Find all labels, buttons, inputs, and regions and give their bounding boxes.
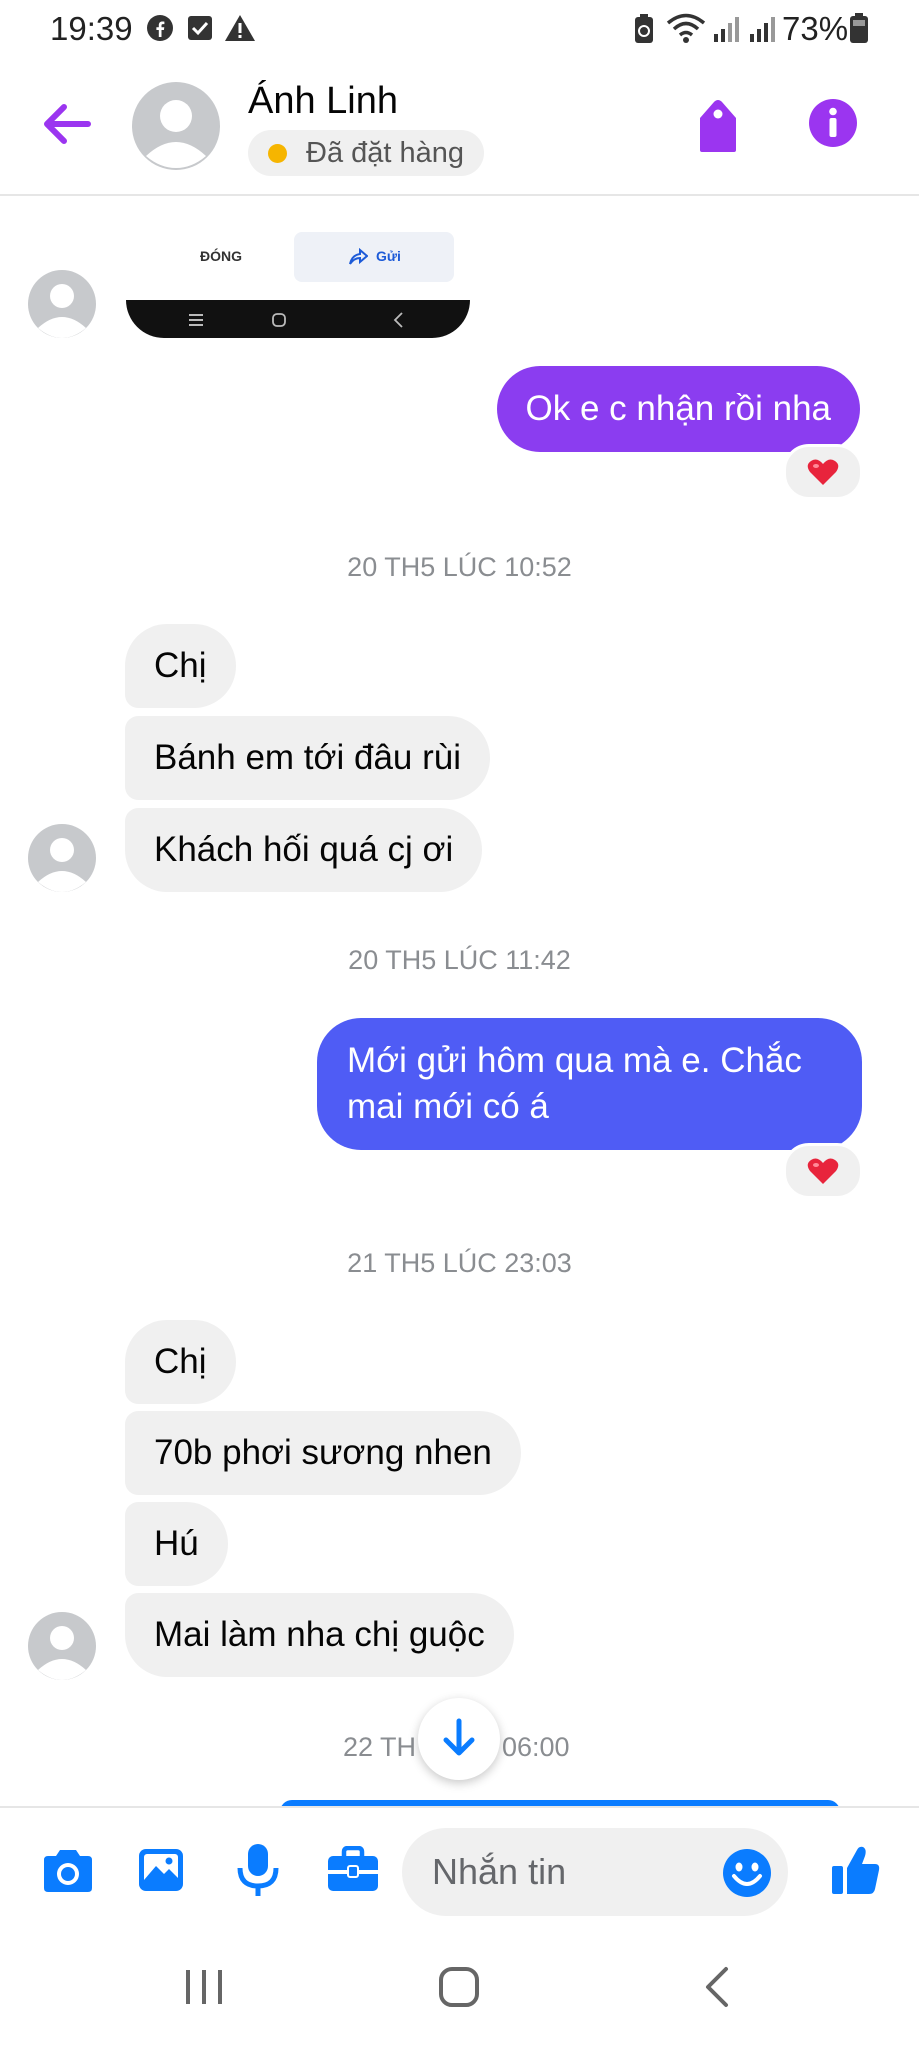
- status-time: 19:39: [50, 10, 133, 47]
- timestamp: 20 TH5 LÚC 11:42: [348, 945, 571, 975]
- scroll-to-bottom-button[interactable]: [418, 1698, 500, 1780]
- status-dot: [268, 144, 287, 163]
- info-icon[interactable]: [808, 98, 858, 148]
- incoming-message[interactable]: Chị: [125, 1320, 236, 1404]
- contact-name[interactable]: Ánh Linh: [248, 80, 398, 123]
- battery-percent: 73%: [782, 10, 849, 47]
- order-status-pill[interactable]: Đã đặt hàng: [248, 130, 485, 176]
- recent-apps-icon[interactable]: [184, 1968, 224, 2006]
- reaction-badge[interactable]: [783, 1143, 863, 1199]
- checkbox-icon: [188, 16, 212, 40]
- preview-back-icon: [393, 312, 403, 328]
- back-nav-icon[interactable]: [702, 1966, 730, 2008]
- status-bar: 19:39 73%: [0, 0, 919, 58]
- preview-button-row: ĐÓNG Gửi: [126, 228, 470, 300]
- incoming-message[interactable]: 70b phơi sương nhen: [125, 1411, 521, 1495]
- preview-nav-bar: [126, 300, 470, 338]
- timestamp-partial-left: 22 TH: [343, 1732, 417, 1762]
- chat-header: Ánh Linh Đã đặt hàng: [0, 60, 919, 196]
- emoji-icon[interactable]: [722, 1848, 772, 1898]
- battery-icon: [850, 13, 868, 43]
- microphone-icon[interactable]: [234, 1842, 282, 1898]
- preview-nav-icons: [189, 313, 286, 327]
- image-icon[interactable]: [136, 1846, 186, 1894]
- thumbs-up-icon[interactable]: [830, 1844, 882, 1896]
- scroll-down-icon: [443, 1718, 475, 1756]
- contact-avatar[interactable]: [132, 82, 220, 170]
- preview-close-label: ĐÓNG: [200, 248, 242, 264]
- home-icon[interactable]: [438, 1966, 480, 2008]
- incoming-message[interactable]: Chị: [125, 624, 236, 708]
- tag-icon[interactable]: [696, 98, 740, 154]
- sender-avatar[interactable]: [28, 824, 96, 892]
- preview-send-button: Gửi: [294, 232, 454, 282]
- recycle-icon: [635, 14, 653, 43]
- sender-avatar[interactable]: [28, 1612, 96, 1680]
- heart-icon: [807, 1158, 839, 1184]
- outgoing-message[interactable]: Mới gửi hôm qua mà e. Chắc mai mới có á: [317, 1018, 862, 1150]
- briefcase-icon[interactable]: [326, 1846, 380, 1894]
- sender-avatar[interactable]: [28, 270, 96, 338]
- system-nav-bar: [0, 1930, 919, 2048]
- outgoing-message[interactable]: Ok e c nhận rồi nha: [496, 366, 860, 452]
- timestamp: 21 TH5 LÚC 23:03: [347, 1248, 572, 1278]
- facebook-icon: [147, 15, 173, 41]
- reaction-badge[interactable]: [783, 444, 863, 500]
- order-status-label: Đã đặt hàng: [306, 137, 465, 169]
- incoming-message[interactable]: Khách hối quá cj ơi: [125, 808, 483, 892]
- incoming-message[interactable]: Bánh em tới đâu rùi: [125, 716, 491, 800]
- timestamp-partial-right: 06:00: [502, 1732, 570, 1762]
- wifi-icon: [666, 13, 706, 43]
- back-arrow-icon[interactable]: [42, 102, 92, 146]
- message-composer: [0, 1806, 919, 1930]
- signal-icon: [750, 17, 775, 42]
- incoming-message[interactable]: Mai làm nha chị guộc: [125, 1593, 514, 1677]
- shared-preview[interactable]: ĐÓNG Gửi: [126, 228, 470, 338]
- preview-send-label: Gửi: [376, 248, 401, 264]
- incoming-message[interactable]: Hú: [125, 1502, 228, 1586]
- camera-icon[interactable]: [40, 1848, 96, 1894]
- timestamp: 20 TH5 LÚC 10:52: [347, 552, 572, 582]
- warning-icon: [225, 15, 255, 41]
- share-arrow-icon: [349, 248, 368, 265]
- heart-icon: [807, 459, 839, 485]
- signal-icon: [714, 17, 739, 42]
